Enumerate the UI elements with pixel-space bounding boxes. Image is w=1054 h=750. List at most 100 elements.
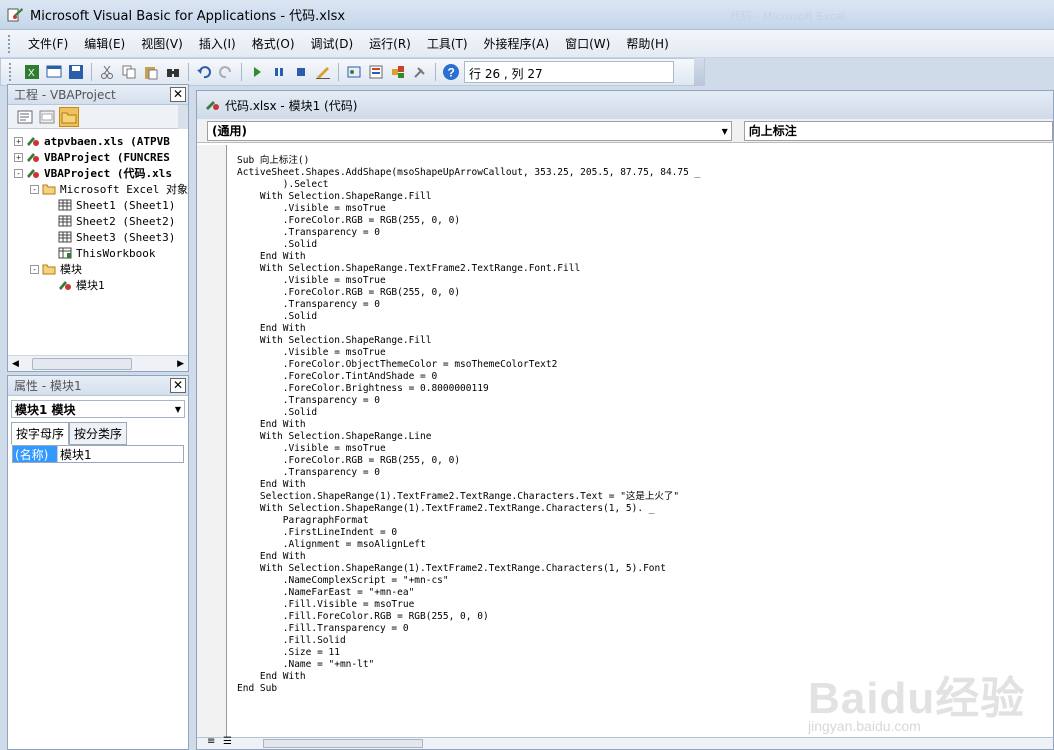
- design-mode-icon[interactable]: [313, 62, 333, 82]
- menu-item[interactable]: 格式(O): [244, 33, 303, 54]
- code-line[interactable]: .Solid: [237, 239, 1053, 251]
- code-line[interactable]: .Visible = msoTrue: [237, 347, 1053, 359]
- menu-grip[interactable]: [8, 34, 12, 53]
- collapse-icon[interactable]: -: [30, 264, 39, 274]
- code-line[interactable]: With Selection.ShapeRange.Fill: [237, 335, 1053, 347]
- tree-item[interactable]: ThisWorkbook: [14, 245, 188, 261]
- view-code-icon[interactable]: [15, 107, 35, 127]
- code-line[interactable]: .ForeColor.RGB = RGB(255, 0, 0): [237, 287, 1053, 299]
- code-line[interactable]: .Transparency = 0: [237, 467, 1053, 479]
- code-line[interactable]: End With: [237, 479, 1053, 491]
- project-explorer-icon[interactable]: [344, 62, 364, 82]
- code-line[interactable]: .NameFarEast = "+mn-ea": [237, 587, 1053, 599]
- code-line[interactable]: .Fill.ForeColor.RGB = RGB(255, 0, 0): [237, 611, 1053, 623]
- object-browser-icon[interactable]: [388, 62, 408, 82]
- code-line[interactable]: End With: [237, 551, 1053, 563]
- code-line[interactable]: With Selection.ShapeRange.Fill: [237, 191, 1053, 203]
- toggle-folders-icon[interactable]: [59, 106, 79, 127]
- code-line[interactable]: .Fill.Transparency = 0: [237, 623, 1053, 635]
- menu-item[interactable]: 外接程序(A): [476, 33, 558, 54]
- tree-item[interactable]: 模块1: [14, 277, 188, 293]
- tree-item[interactable]: Sheet2 (Sheet2): [14, 213, 188, 229]
- code-line[interactable]: .Transparency = 0: [237, 395, 1053, 407]
- property-name-value[interactable]: 模块1: [57, 446, 92, 462]
- menu-item[interactable]: 调试(D): [303, 33, 362, 54]
- tree-item[interactable]: Sheet3 (Sheet3): [14, 229, 188, 245]
- view-object-icon[interactable]: [37, 107, 57, 127]
- code-line[interactable]: .ForeColor.RGB = RGB(255, 0, 0): [237, 455, 1053, 467]
- code-line[interactable]: .Size = 11: [237, 647, 1053, 659]
- object-select[interactable]: (通用) ▼: [207, 120, 732, 141]
- cut-icon[interactable]: [97, 62, 117, 82]
- close-icon[interactable]: ✕: [170, 87, 186, 102]
- procedure-select[interactable]: 向上标注: [743, 120, 1053, 141]
- code-editor[interactable]: Sub 向上标注() ActiveSheet.Shapes.AddShape(ms…: [227, 145, 1053, 737]
- code-line[interactable]: .Visible = msoTrue: [237, 443, 1053, 455]
- excel-view-icon[interactable]: X: [22, 62, 42, 82]
- menu-item[interactable]: 帮助(H): [618, 33, 676, 54]
- collapse-icon[interactable]: -: [14, 168, 23, 178]
- code-line[interactable]: End With: [237, 419, 1053, 431]
- paste-icon[interactable]: [141, 62, 161, 82]
- code-line[interactable]: .Fill.Visible = msoTrue: [237, 599, 1053, 611]
- code-line[interactable]: .ForeColor.RGB = RGB(255, 0, 0): [237, 215, 1053, 227]
- tree-item[interactable]: + VBAProject (FUNCRES: [14, 149, 188, 165]
- code-line[interactable]: .Visible = msoTrue: [237, 203, 1053, 215]
- code-line[interactable]: .Visible = msoTrue: [237, 275, 1053, 287]
- expand-icon[interactable]: +: [14, 136, 23, 146]
- scrollbar-thumb[interactable]: [263, 739, 423, 748]
- properties-window-icon[interactable]: [366, 62, 386, 82]
- tab-categorized[interactable]: 按分类序: [69, 422, 128, 445]
- code-line[interactable]: .Transparency = 0: [237, 299, 1053, 311]
- help-icon[interactable]: ?: [441, 62, 461, 82]
- tree-item[interactable]: - VBAProject (代码.xls: [14, 165, 188, 181]
- scroll-left-icon[interactable]: ◀: [12, 359, 19, 369]
- code-line[interactable]: .ForeColor.Brightness = 0.8000000119: [237, 383, 1053, 395]
- redo-icon[interactable]: [216, 62, 236, 82]
- toolbar-overflow-icon[interactable]: [178, 105, 188, 129]
- save-icon[interactable]: [66, 62, 86, 82]
- toolbar-grip[interactable]: [9, 63, 13, 81]
- code-line[interactable]: End With: [237, 323, 1053, 335]
- tree-item[interactable]: Sheet1 (Sheet1): [14, 197, 188, 213]
- full-module-view-icon[interactable]: ☰: [223, 736, 232, 747]
- code-line[interactable]: With Selection.ShapeRange(1).TextFrame2.…: [237, 503, 1053, 515]
- toolbar-options-icon[interactable]: [694, 58, 704, 86]
- tree-item[interactable]: - Microsoft Excel 对象: [14, 181, 188, 197]
- undo-icon[interactable]: [194, 62, 214, 82]
- procedure-view-icon[interactable]: ≡: [207, 736, 215, 747]
- code-line[interactable]: Selection.ShapeRange(1).TextFrame2.TextR…: [237, 491, 1053, 503]
- toolbox-icon[interactable]: [410, 62, 430, 82]
- break-icon[interactable]: [269, 62, 289, 82]
- tree-item[interactable]: - 模块: [14, 261, 188, 277]
- code-line[interactable]: .Fill.Solid: [237, 635, 1053, 647]
- property-grid-row[interactable]: (名称) 模块1: [12, 445, 184, 463]
- code-line[interactable]: With Selection.ShapeRange.TextFrame2.Tex…: [237, 263, 1053, 275]
- menu-item[interactable]: 工具(T): [419, 33, 476, 54]
- code-line[interactable]: ActiveSheet.Shapes.AddShape(msoShapeUpAr…: [237, 167, 1053, 179]
- code-line[interactable]: ).Select: [237, 179, 1053, 191]
- scroll-right-icon[interactable]: ▶: [177, 359, 184, 369]
- code-line[interactable]: With Selection.ShapeRange(1).TextFrame2.…: [237, 563, 1053, 575]
- menu-item[interactable]: 编辑(E): [76, 33, 133, 54]
- close-icon[interactable]: ✕: [170, 378, 186, 393]
- code-line[interactable]: .Solid: [237, 407, 1053, 419]
- code-line[interactable]: With Selection.ShapeRange.Line: [237, 431, 1053, 443]
- code-line[interactable]: Sub 向上标注(): [237, 155, 1053, 167]
- project-horizontal-scrollbar[interactable]: ◀ ▶: [8, 355, 188, 371]
- code-line[interactable]: .Alignment = msoAlignLeft: [237, 539, 1053, 551]
- code-line[interactable]: ParagraphFormat: [237, 515, 1053, 527]
- code-line[interactable]: .NameComplexScript = "+mn-cs": [237, 575, 1053, 587]
- run-icon[interactable]: [247, 62, 267, 82]
- margin-indicator-bar[interactable]: [197, 145, 227, 737]
- menu-item[interactable]: 插入(I): [191, 33, 244, 54]
- code-line[interactable]: End With: [237, 251, 1053, 263]
- menu-item[interactable]: 窗口(W): [557, 33, 618, 54]
- expand-icon[interactable]: +: [14, 152, 23, 162]
- tab-alphabetic[interactable]: 按字母序: [11, 422, 70, 445]
- properties-object-select[interactable]: 模块1 模块 ▼: [11, 400, 185, 418]
- menu-item[interactable]: 文件(F): [20, 33, 76, 54]
- reset-icon[interactable]: [291, 62, 311, 82]
- menu-item[interactable]: 运行(R): [361, 33, 419, 54]
- find-icon[interactable]: [163, 62, 183, 82]
